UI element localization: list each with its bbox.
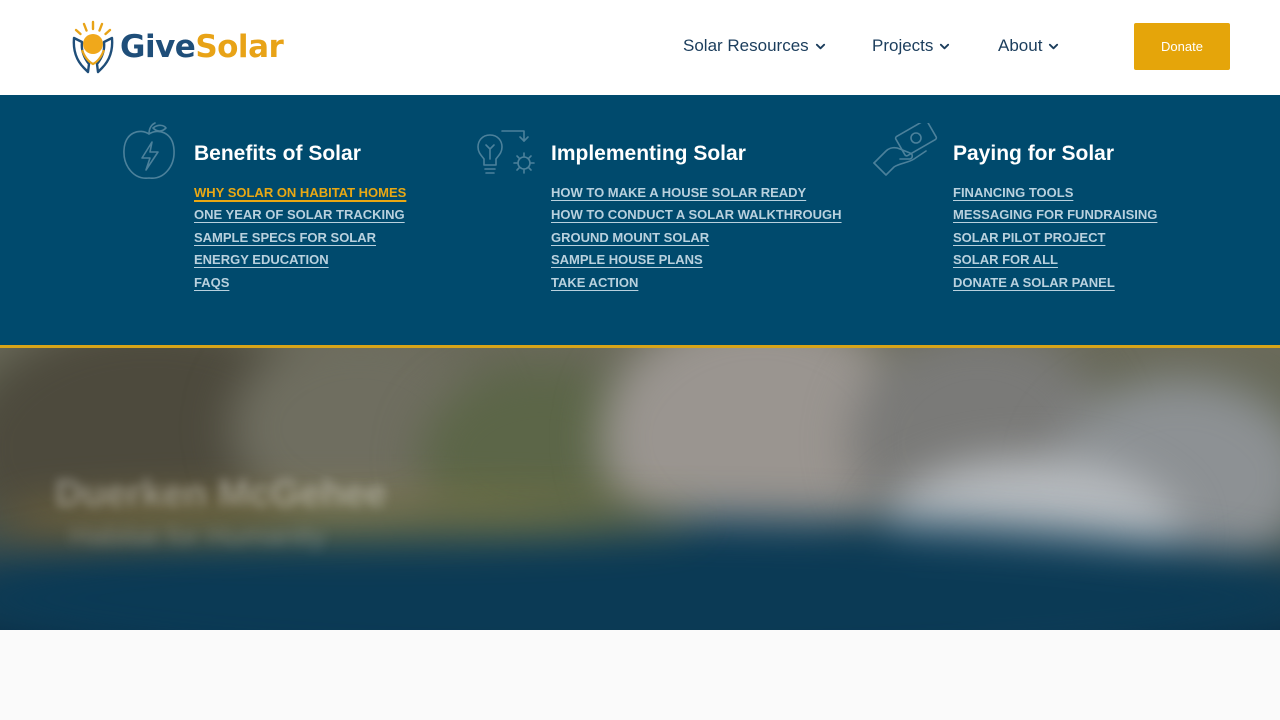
menu-link-list: FINANCING TOOLS MESSAGING FOR FUNDRAISIN…	[953, 184, 1157, 296]
menu-column-title: Benefits of Solar	[194, 142, 361, 165]
hero-banner-blurred: Duerken McGehee Habitat for Humanity	[0, 348, 1280, 630]
menu-link-solar-tracking[interactable]: ONE YEAR OF SOLAR TRACKING	[194, 207, 405, 222]
nav-about[interactable]: About	[998, 36, 1059, 56]
nav-item-label: Projects	[872, 36, 934, 55]
menu-link-solar-walkthrough[interactable]: HOW TO CONDUCT A SOLAR WALKTHROUGH	[551, 207, 842, 222]
menu-link-solar-ready[interactable]: HOW TO MAKE A HOUSE SOLAR READY	[551, 185, 806, 200]
menu-link-list: HOW TO MAKE A HOUSE SOLAR READY HOW TO C…	[551, 184, 842, 296]
menu-link-take-action[interactable]: TAKE ACTION	[551, 275, 638, 290]
menu-link-sample-specs[interactable]: SAMPLE SPECS FOR SOLAR	[194, 230, 376, 245]
menu-link-donate-panel[interactable]: DONATE A SOLAR PANEL	[953, 275, 1115, 290]
nav-projects[interactable]: Projects	[872, 36, 950, 56]
menu-link-financing-tools[interactable]: FINANCING TOOLS	[953, 185, 1073, 200]
menu-link-why-solar-habitat[interactable]: WHY SOLAR ON HABITAT HOMES	[194, 185, 406, 200]
nav-solar-resources[interactable]: Solar Resources	[683, 36, 826, 56]
menu-link-ground-mount[interactable]: GROUND MOUNT SOLAR	[551, 230, 709, 245]
menu-link-energy-education[interactable]: ENERGY EDUCATION	[194, 252, 329, 267]
logo-give-text: Give	[120, 28, 196, 65]
logo-solar-text: Solar	[195, 28, 284, 65]
apple-lightning-icon	[123, 122, 175, 179]
site-header: GiveSolar Solar Resources Projects About…	[0, 0, 1280, 95]
nav-item-label: About	[998, 36, 1043, 55]
givesolar-logo[interactable]: GiveSolar	[70, 20, 284, 74]
sun-hands-logo-icon	[72, 20, 114, 74]
menu-link-solar-for-all[interactable]: SOLAR FOR ALL	[953, 252, 1058, 267]
menu-link-faqs[interactable]: FAQS	[194, 275, 229, 290]
lightbulb-gear-icon	[477, 130, 535, 174]
chevron-down-icon	[940, 43, 950, 49]
chevron-down-icon	[1049, 43, 1059, 49]
hero-subtitle-blurred: Habitat for Humanity	[70, 520, 326, 551]
menu-link-messaging-fundraising[interactable]: MESSAGING FOR FUNDRAISING	[953, 207, 1157, 222]
hero-title-blurred: Duerken McGehee	[55, 473, 387, 515]
nav-item-label: Solar Resources	[683, 36, 809, 55]
hand-money-icon	[873, 123, 938, 176]
menu-column-title: Paying for Solar	[953, 142, 1115, 165]
menu-column-title: Implementing Solar	[551, 142, 746, 165]
menu-link-house-plans[interactable]: SAMPLE HOUSE PLANS	[551, 252, 703, 267]
menu-link-solar-pilot[interactable]: SOLAR PILOT PROJECT	[953, 230, 1105, 245]
chevron-down-icon	[815, 43, 825, 49]
logo-wordmark: GiveSolar	[120, 28, 284, 65]
donate-button[interactable]: Donate	[1134, 23, 1230, 70]
page-bottom-area	[0, 630, 1280, 720]
solar-resources-mega-menu: Benefits of Solar WHY SOLAR ON HABITAT H…	[0, 95, 1280, 348]
menu-link-list: WHY SOLAR ON HABITAT HOMES ONE YEAR OF S…	[194, 184, 406, 296]
